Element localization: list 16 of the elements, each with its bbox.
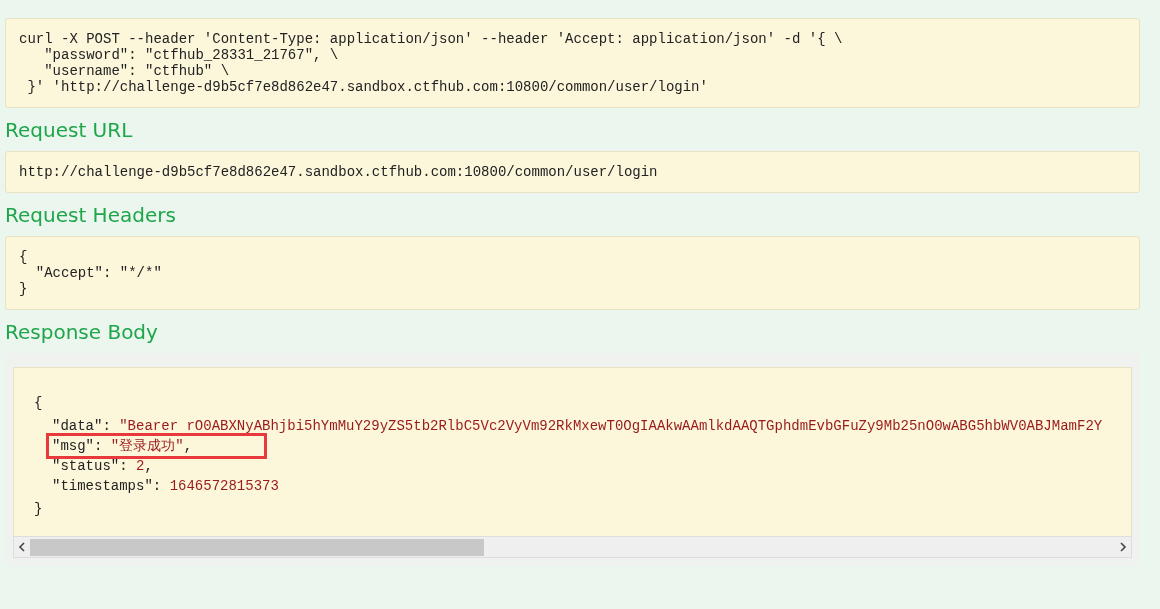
section-heading: Request URL xyxy=(5,117,134,144)
horizontal-scrollbar[interactable] xyxy=(13,536,1132,558)
section-heading: Response Body xyxy=(5,319,159,346)
code-block: http://challenge-d9b5cf7e8d862e47.sandbox.ctfhub.com:10800/common/user/login xyxy=(5,151,1140,193)
highlight-box: "msg": "登录成功", xyxy=(46,433,268,459)
scroll-right-icon[interactable] xyxy=(1119,542,1127,552)
scroll-left-icon[interactable] xyxy=(18,542,26,552)
code-block: curl -X POST --header 'Content-Type: application/json' --header 'Accept: application/json' -d '{ \ "password": "ctfhub_28331_21767", \ "username": "ctfhub" \ }' 'http://challenge-d9b5cf7e8d862e47.sandbox.ctfhub.com:10800/common/user/login' xyxy=(5,18,1140,108)
code-block: { "Accept": "*/*" } xyxy=(5,236,1140,310)
section-heading: Request Headers xyxy=(5,202,177,229)
json-brace: } xyxy=(34,500,43,519)
json-line: "timestamps": 1646572815373 xyxy=(51,477,280,496)
json-line: "status": 2, xyxy=(51,457,154,476)
json-line: "data": "Bearer rO0ABXNyABhjbi5hYmMuY29yZS5tb2RlbC5Vc2VyVm92RkMxewT0OgIAAkwAAmlkdAAQTGphdmEvbGFuZy9Mb25nO0wABG5hbWV0ABJMamF2Y xyxy=(51,417,1104,436)
json-brace: { xyxy=(34,394,43,413)
scrollbar-thumb[interactable] xyxy=(30,538,484,556)
